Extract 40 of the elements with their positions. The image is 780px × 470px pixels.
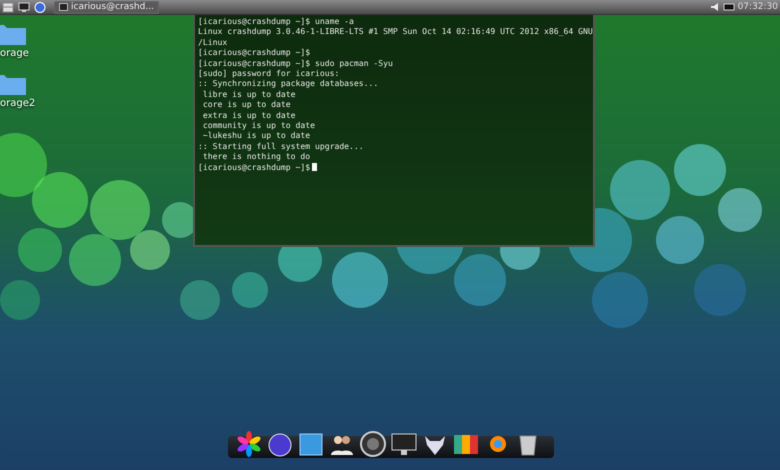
drawers-icon[interactable] (2, 2, 14, 12)
terminal-prompt: [icarious@crashdump ~]$ (198, 162, 590, 172)
speaker-icon[interactable] (710, 2, 720, 12)
bokeh-circle (674, 144, 726, 196)
folder-label[interactable]: orage2 (0, 98, 36, 109)
terminal-icon (59, 3, 68, 11)
terminal-line: /Linux (198, 36, 228, 48)
terminal-line: there is nothing to do (202, 151, 312, 162)
terminal-line: :: Synchronizing package databases... (198, 78, 380, 89)
bokeh-circle (332, 252, 388, 308)
bokeh-circle (18, 228, 62, 272)
terminal-line: community is up to date (202, 120, 316, 130)
pinwheel-icon[interactable] (236, 431, 262, 457)
bokeh-circle (592, 272, 648, 328)
bokeh-circle (454, 254, 506, 306)
terminal-line: [icarious@crashdump ~]$ sudo pacman -Syu (198, 58, 394, 68)
bokeh-circle (232, 272, 268, 308)
bokeh-circle (694, 264, 746, 316)
terminal-line: [sudo] password for icarious: (198, 68, 340, 78)
terminal-line: Linux crashdump 3.0.46-1-LIBRE-LTS #1 SMP Sun Oct 14 02:16:49 UTC 2012 x86_64 GNU (198, 26, 590, 37)
monitor-icon[interactable] (391, 431, 417, 457)
bokeh-circle (610, 160, 670, 220)
taskbar-button[interactable]: icarious@crashd... (54, 0, 159, 14)
terminal-line: extra is up to date (202, 110, 296, 120)
clock-time: 07:32:30 (738, 2, 778, 12)
terminal-line: :: Starting full system upgrade... (198, 140, 365, 152)
folder-label[interactable]: orage (0, 48, 29, 59)
bokeh-circle (656, 216, 704, 264)
bokeh-circle (0, 280, 40, 320)
terminal-line: [icarious@crashdump ~]$ uname -a (198, 16, 355, 26)
monitor-icon[interactable] (18, 2, 30, 12)
terminal-line: ~lukeshu is up to date (202, 130, 312, 141)
terminal-line: core is up to date (202, 99, 292, 110)
terminal-line: libre is up to date (202, 88, 296, 100)
terminal-line: [icarious@crashdump ~]$ (198, 47, 312, 58)
bokeh-circle (180, 280, 220, 320)
disc-icon[interactable] (360, 431, 386, 457)
bokeh-circle (69, 234, 121, 286)
bokeh-circle (718, 188, 762, 232)
bokeh-circle (32, 172, 88, 228)
